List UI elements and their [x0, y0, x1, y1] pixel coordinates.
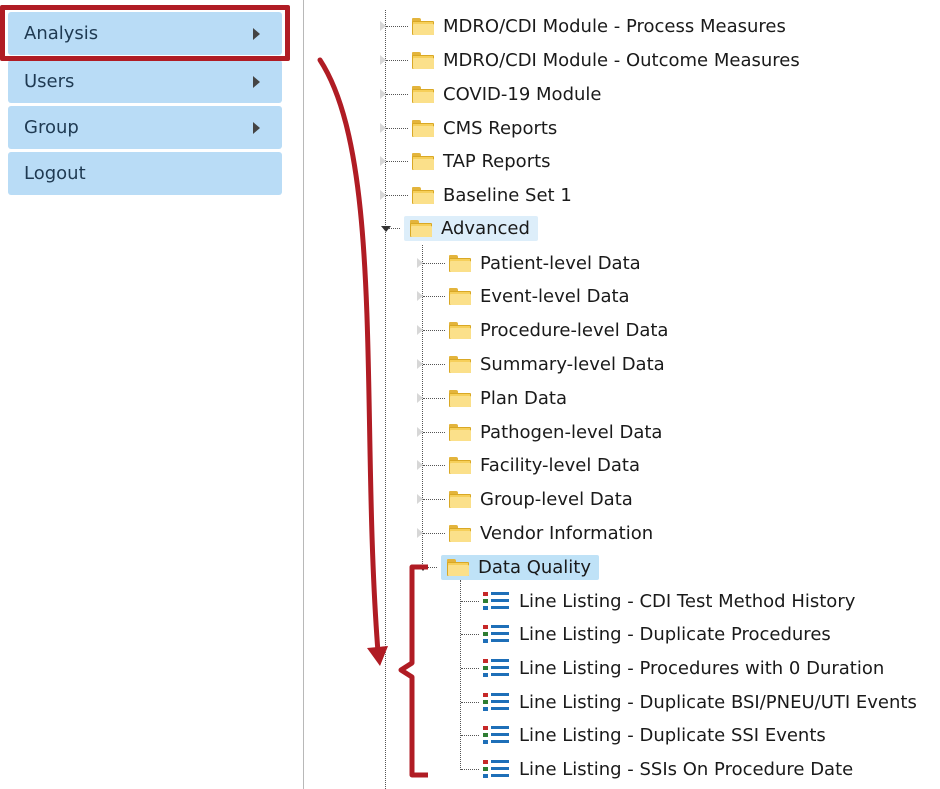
annotation-arrow	[317, 57, 381, 655]
annotation-bracket	[398, 564, 428, 778]
annotation-arrowhead	[367, 646, 388, 666]
annotation-overlay	[317, 57, 428, 778]
